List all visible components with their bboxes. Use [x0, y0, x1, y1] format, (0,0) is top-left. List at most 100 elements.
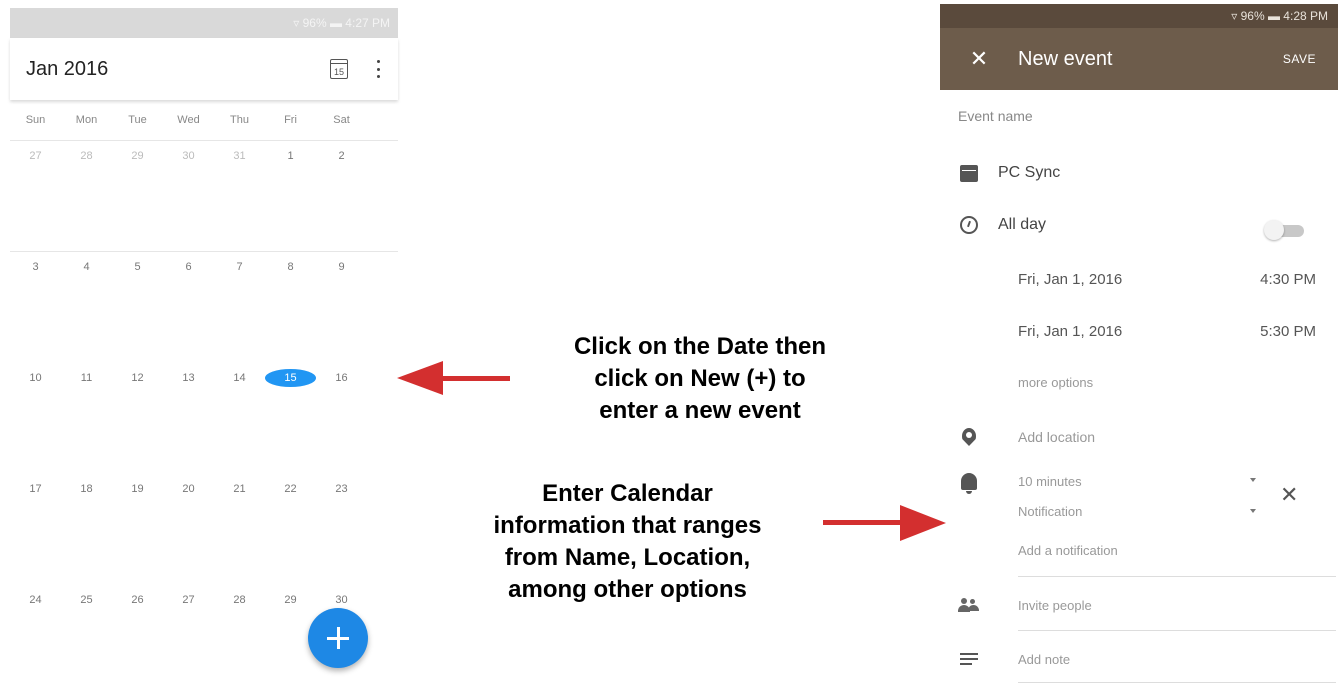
- calendar-row[interactable]: PC Sync: [940, 158, 1338, 188]
- notification-row: 10 minutes: [940, 470, 1338, 494]
- divider: [1018, 630, 1336, 631]
- status-bar: ▿ 96% ▬ 4:27 PM: [10, 8, 398, 38]
- day-cell[interactable]: 14: [214, 372, 265, 387]
- week-row: 17 18 19 20 21 22 23: [10, 473, 398, 584]
- weekday-label: Thu: [230, 114, 249, 126]
- weekday-label: Fri: [284, 114, 297, 126]
- day-cell[interactable]: 16: [316, 372, 367, 387]
- day-cell[interactable]: 20: [163, 483, 214, 495]
- day-cell[interactable]: 29: [112, 150, 163, 162]
- day-cell[interactable]: 3: [10, 261, 61, 273]
- status-text: ▿ 96% ▬ 4:28 PM: [1231, 9, 1328, 23]
- day-cell[interactable]: 27: [10, 150, 61, 162]
- weekday-label: Mon: [75, 114, 98, 126]
- calendar-toolbar: Jan 2016 15: [10, 38, 398, 100]
- more-options-icon[interactable]: [376, 60, 380, 78]
- today-calendar-icon[interactable]: 15: [330, 59, 348, 79]
- new-event-toolbar: ✕ New event SAVE: [940, 28, 1338, 90]
- day-cell[interactable]: 2: [316, 150, 367, 162]
- day-cell[interactable]: 4: [61, 261, 112, 273]
- end-datetime-row: Fri, Jan 1, 2016 5:30 PM: [940, 316, 1338, 346]
- weekday-label: Sat: [333, 114, 350, 126]
- chevron-down-icon[interactable]: [1250, 509, 1256, 513]
- divider: [1018, 682, 1336, 683]
- day-cell[interactable]: 28: [61, 150, 112, 162]
- day-cell[interactable]: 6: [163, 261, 214, 273]
- add-note-input[interactable]: Add note: [998, 652, 1338, 667]
- day-cell[interactable]: 22: [265, 483, 316, 495]
- invite-row[interactable]: Invite people: [940, 590, 1338, 620]
- selected-day-marker[interactable]: 15: [265, 369, 316, 387]
- more-options-row: more options: [940, 370, 1338, 394]
- week-row: 27 28 29 30 31 1 2: [10, 140, 398, 251]
- weekday-label: Sun: [25, 114, 46, 126]
- left-arrow-icon: [397, 361, 443, 395]
- weekday-header: Sun Mon Tue Wed Thu Fri Sat: [10, 100, 398, 140]
- day-cell[interactable]: 30: [316, 594, 367, 606]
- chevron-down-icon[interactable]: [1250, 478, 1256, 482]
- calendar-name: PC Sync: [998, 164, 1061, 181]
- new-event-fab-button[interactable]: [308, 608, 368, 668]
- add-notification-link[interactable]: Add a notification: [998, 543, 1338, 558]
- week-row: 10 11 12 13 14 15 16: [10, 362, 398, 473]
- calendar-screen: ▿ 96% ▬ 4:27 PM Jan 2016 15 Sun Mon Tue …: [10, 8, 398, 684]
- today-icon-label: 15: [333, 67, 344, 77]
- location-row[interactable]: Add location: [940, 422, 1338, 452]
- more-options-link[interactable]: more options: [998, 375, 1338, 390]
- instruction-text-2: Enter Calendar information that ranges f…: [493, 480, 762, 603]
- day-cell[interactable]: 30: [163, 150, 214, 162]
- page-title: New event: [1018, 47, 1113, 70]
- all-day-toggle[interactable]: [1264, 220, 1306, 240]
- start-date[interactable]: Fri, Jan 1, 2016: [998, 271, 1260, 288]
- note-row[interactable]: Add note: [940, 644, 1338, 674]
- day-cell[interactable]: 27: [163, 594, 214, 606]
- start-time[interactable]: 4:30 PM: [1260, 271, 1338, 288]
- day-cell[interactable]: 17: [10, 483, 61, 495]
- remove-notification-icon[interactable]: ✕: [1280, 482, 1298, 508]
- notes-icon: [960, 653, 978, 665]
- clock-icon: [960, 216, 978, 234]
- day-cell[interactable]: 1: [265, 150, 316, 162]
- location-pin-icon: [962, 428, 976, 446]
- day-cell[interactable]: 18: [61, 483, 112, 495]
- day-cell[interactable]: 23: [316, 483, 367, 495]
- weekday-label: Tue: [128, 114, 147, 126]
- week-row: 3 4 5 6 7 8 9: [10, 251, 398, 362]
- people-icon: [958, 598, 980, 612]
- location-input[interactable]: Add location: [998, 429, 1338, 445]
- day-cell[interactable]: 31: [214, 150, 265, 162]
- left-arrow-shaft: [440, 376, 510, 381]
- day-cell[interactable]: 28: [214, 594, 265, 606]
- instruction-text-1: Click on the Date then click on New (+) …: [573, 333, 827, 424]
- invite-people-input[interactable]: Invite people: [998, 598, 1338, 613]
- day-cell[interactable]: 29: [265, 594, 316, 606]
- add-notification-row: Add a notification: [940, 538, 1338, 562]
- day-cell[interactable]: 11: [61, 372, 112, 387]
- day-cell[interactable]: 9: [316, 261, 367, 273]
- day-cell[interactable]: 26: [112, 594, 163, 606]
- notification-type-row: Notification: [940, 500, 1338, 522]
- end-time[interactable]: 5:30 PM: [1260, 323, 1338, 340]
- day-cell-selected[interactable]: 15: [265, 369, 316, 387]
- status-bar: ▿ 96% ▬ 4:28 PM: [940, 4, 1338, 28]
- day-cell[interactable]: 24: [10, 594, 61, 606]
- month-title[interactable]: Jan 2016: [26, 58, 330, 81]
- day-cell[interactable]: 12: [112, 372, 163, 387]
- start-datetime-row: Fri, Jan 1, 2016 4:30 PM: [940, 264, 1338, 294]
- day-cell[interactable]: 13: [163, 372, 214, 387]
- bell-icon: [961, 472, 977, 494]
- day-cell[interactable]: 21: [214, 483, 265, 495]
- day-cell[interactable]: 8: [265, 261, 316, 273]
- day-cell[interactable]: 5: [112, 261, 163, 273]
- weekday-label: Wed: [177, 114, 200, 126]
- end-date[interactable]: Fri, Jan 1, 2016: [998, 323, 1260, 340]
- new-event-screen: ▿ 96% ▬ 4:28 PM ✕ New event SAVE Event n…: [940, 4, 1338, 686]
- day-cell[interactable]: 19: [112, 483, 163, 495]
- day-cell[interactable]: 25: [61, 594, 112, 606]
- close-icon[interactable]: ✕: [940, 46, 1018, 72]
- save-button[interactable]: SAVE: [1283, 52, 1338, 66]
- day-cell[interactable]: 10: [10, 372, 61, 387]
- event-name-input[interactable]: Event name: [958, 108, 1033, 124]
- day-cell[interactable]: 7: [214, 261, 265, 273]
- calendar-icon: [960, 164, 978, 182]
